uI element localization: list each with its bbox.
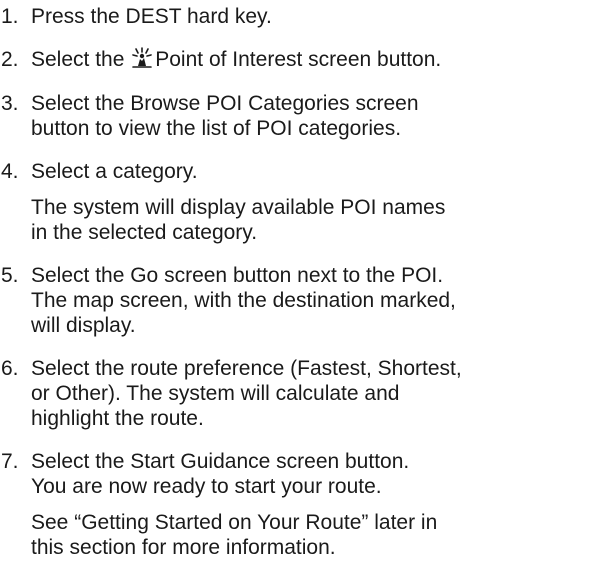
point-of-interest-icon — [132, 47, 153, 68]
note-line: this section for more information. — [31, 536, 336, 559]
step-note: See “Getting Started on Your Route” late… — [31, 510, 615, 560]
step-number: 1. — [1, 5, 19, 28]
step-text: Select the route preference (Fastest, Sh… — [31, 356, 615, 431]
step-number: 3. — [1, 92, 19, 115]
step-line: Select the Browse POI Categories screen — [31, 92, 419, 115]
step-line: Select the Start Guidance screen button. — [31, 450, 410, 473]
step-line: You are now ready to start your route. — [31, 475, 382, 498]
step-line: will display. — [31, 314, 136, 337]
step-number: 6. — [1, 357, 19, 380]
step-line: Select the Point of Interest screen butt… — [31, 47, 615, 72]
step-note: The system will display available POI na… — [31, 195, 615, 245]
step-line: button to view the list of POI categorie… — [31, 117, 402, 140]
step-line: Select a category. — [31, 160, 198, 183]
step-line: highlight the route. — [31, 407, 204, 430]
step-number: 4. — [1, 160, 19, 183]
step-line: Select the Go screen button next to the … — [31, 264, 444, 287]
note-line: in the selected category. — [31, 221, 258, 244]
note-line: The system will display available POI na… — [31, 196, 446, 219]
step-text: Select a category. The system will displ… — [31, 159, 615, 245]
step-line: or Other). The system will calculate and — [31, 382, 400, 405]
step-number: 2. — [1, 48, 19, 71]
step-text: Press the DEST hard key. — [31, 4, 615, 29]
step-text-before-icon: Select the — [31, 48, 125, 71]
step-text: Select the Browse POI Categories screen … — [31, 91, 615, 141]
step-text: Select the Point of Interest screen butt… — [31, 47, 615, 72]
step-text-after-icon: Point of Interest screen button. — [155, 48, 442, 71]
step-number: 7. — [1, 450, 19, 473]
step-line: Select the route preference (Fastest, Sh… — [31, 357, 462, 380]
step-text: Select the Go screen button next to the … — [31, 263, 615, 338]
step-text: Select the Start Guidance screen button.… — [31, 449, 615, 560]
step-number: 5. — [1, 264, 19, 287]
step-line: The map screen, with the destination mar… — [31, 289, 456, 312]
step-line: Press the DEST hard key. — [31, 5, 272, 28]
note-line: See “Getting Started on Your Route” late… — [31, 511, 438, 534]
